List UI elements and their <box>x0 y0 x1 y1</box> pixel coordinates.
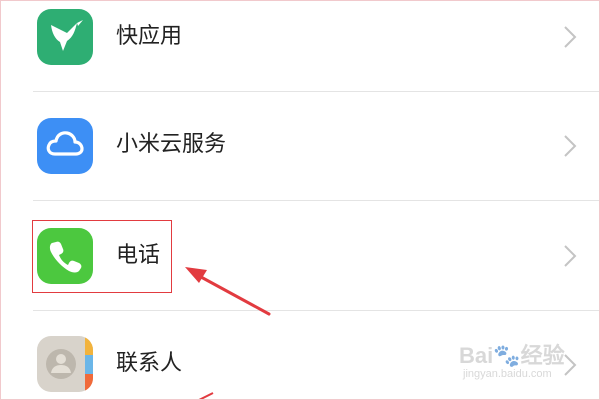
settings-item-label: 小米云服务 <box>116 132 227 157</box>
settings-item-quick-apps[interactable]: 快应用 <box>1 1 599 93</box>
settings-screen: 快应用 小米云服务 电话 联系人 Bai🐾经验 jingyan.baidu.co… <box>0 0 600 400</box>
hummingbird-icon <box>37 9 93 65</box>
settings-item-label: 联系人 <box>116 351 183 376</box>
settings-item-label: 快应用 <box>116 24 183 49</box>
watermark-brand: Bai🐾经验 <box>459 343 565 368</box>
chevron-right-icon <box>564 26 577 48</box>
cloud-icon <box>37 118 93 174</box>
highlight-box <box>32 220 172 293</box>
contacts-icon <box>37 336 93 392</box>
baidu-jingyan-watermark: Bai🐾经验 jingyan.baidu.com <box>451 338 599 398</box>
chevron-right-icon <box>564 245 577 267</box>
settings-item-mi-cloud[interactable]: 小米云服务 <box>1 92 599 200</box>
watermark-url: jingyan.baidu.com <box>463 368 552 380</box>
chevron-right-icon <box>564 135 577 157</box>
